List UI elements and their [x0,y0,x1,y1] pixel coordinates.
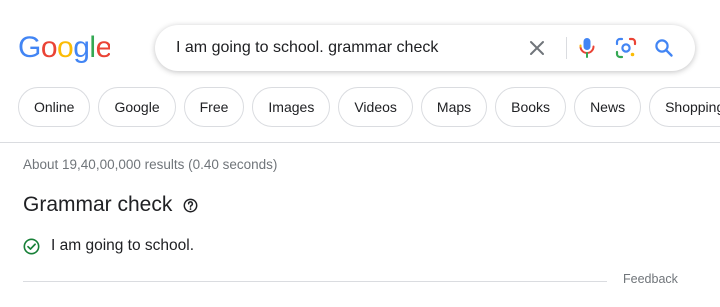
logo-letter-g: g [73,31,89,64]
corrected-sentence: I am going to school. [51,237,195,254]
google-logo[interactable]: Google [18,24,110,70]
chip-books[interactable]: Books [495,87,567,127]
check-circle-icon [23,238,40,255]
search-input[interactable]: I am going to school. grammar check [176,25,438,71]
result-stats: About 19,40,00,000 results (0.40 seconds… [23,157,278,172]
grammar-check-heading: Grammar check [23,193,198,217]
chip-google[interactable]: Google [98,87,176,127]
grammar-check-result: I am going to school. [23,237,194,255]
chip-maps[interactable]: Maps [420,87,488,127]
chip-free[interactable]: Free [183,87,245,127]
search-box[interactable]: I am going to school. grammar check [155,25,695,71]
chip-images[interactable]: Images [252,87,331,127]
header: Google I am going to school. grammar che… [0,0,720,143]
logo-letter-e: e [96,31,110,64]
search-icon[interactable] [652,36,676,60]
chip-videos[interactable]: Videos [338,87,413,127]
feedback-link[interactable]: Feedback [623,272,678,286]
search-divider [566,37,567,59]
chip-online[interactable]: Online [18,87,91,127]
google-logo-wordmark[interactable]: Google [18,24,110,70]
help-icon[interactable] [182,197,198,213]
chip-news[interactable]: News [574,87,642,127]
microphone-icon[interactable] [575,36,599,60]
logo-letter-o1: o [41,31,57,64]
logo-letter-o2: o [57,31,73,64]
grammar-check-title: Grammar check [23,193,173,216]
logo-letter-G: G [18,31,41,64]
svg-text:Google: Google [18,31,110,64]
lens-icon[interactable] [614,36,638,60]
filter-chips: Online Google Free Images Videos Maps Bo… [18,87,720,128]
close-icon[interactable] [525,36,549,60]
chip-shopping[interactable]: Shopping [649,87,720,127]
divider [23,281,607,282]
